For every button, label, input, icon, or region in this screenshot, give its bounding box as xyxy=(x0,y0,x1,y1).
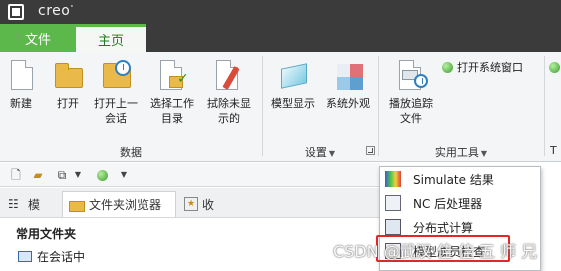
new-button[interactable]: 新建 xyxy=(4,60,38,111)
windows-icon[interactable]: ⧉ xyxy=(54,167,70,183)
folder-tree: 常用文件夹 在会话中 xyxy=(0,219,380,271)
monitor-icon xyxy=(18,251,32,262)
model-display-icon xyxy=(278,60,308,92)
system-appearance-icon xyxy=(333,60,363,92)
open-last-session-icon xyxy=(101,60,131,92)
group-divider xyxy=(544,56,545,156)
system-appearance-button[interactable]: 系统外观 xyxy=(320,60,376,111)
customize-toolbar-icon[interactable]: ▼ xyxy=(116,167,132,183)
quick-access-toolbar: 🗋 ▰ ⧉ ▼ ▼ xyxy=(0,163,380,187)
navigator-tabs: ☷ 模 文件夹浏览器 ★ 收 xyxy=(0,188,380,218)
tab-folder-browser[interactable]: 文件夹浏览器 xyxy=(62,191,176,217)
green-status-icon[interactable] xyxy=(94,167,110,183)
group-label-truncated: T xyxy=(550,144,557,157)
distributed-computing-icon xyxy=(385,219,401,235)
ribbon-tab-bar: 文件 主页 xyxy=(0,24,561,52)
creo-logo-icon xyxy=(8,4,24,20)
select-working-directory-button[interactable]: ✓ 选择工作 目录 xyxy=(146,60,198,126)
playback-trail-icon xyxy=(396,60,428,92)
chevron-down-icon: ▼ xyxy=(480,149,488,158)
new-document-icon xyxy=(6,60,36,92)
green-status-icon xyxy=(442,62,453,73)
app-name: creo° xyxy=(38,3,74,19)
playback-trail-file-button[interactable]: 播放追踪 文件 xyxy=(382,60,440,126)
simulate-results-icon xyxy=(385,171,401,187)
open-button[interactable]: 打开 xyxy=(48,60,88,111)
nc-post-processor-icon xyxy=(385,195,401,211)
favorites-icon: ★ xyxy=(184,197,198,211)
model-tree-icon: ☷ xyxy=(8,197,19,211)
tab-home[interactable]: 主页 xyxy=(76,24,146,52)
erase-not-displayed-button[interactable]: 拭除未显 示的 xyxy=(202,60,256,126)
folder-icon xyxy=(69,197,85,213)
watermark: CSDN @武汉 佳 佳 五 师 兄 xyxy=(333,242,538,261)
tab-model-tree[interactable]: ☷ 模 xyxy=(2,191,60,217)
tab-file[interactable]: 文件 xyxy=(0,24,76,52)
model-display-button[interactable]: 模型显示 xyxy=(264,60,322,111)
title-bar: creo° xyxy=(0,0,561,24)
menu-item-simulate-results[interactable]: Simulate 结果 xyxy=(380,168,540,190)
group-divider xyxy=(262,56,263,156)
next-group-button[interactable] xyxy=(549,60,561,75)
new-file-icon[interactable]: 🗋 xyxy=(8,167,24,183)
group-label-settings[interactable]: 设置 ▼ xyxy=(262,144,378,160)
tab-favorites[interactable]: ★ 收 xyxy=(178,191,232,217)
menu-item-nc-post-processor[interactable]: NC 后处理器 xyxy=(380,192,540,214)
chevron-down-icon: ▼ xyxy=(328,149,336,158)
open-last-session-button[interactable]: 打开上一 会话 xyxy=(90,60,142,126)
working-directory-icon: ✓ xyxy=(157,60,189,92)
common-folders-title: 常用文件夹 xyxy=(16,227,77,241)
group-label-data: 数据 xyxy=(120,146,142,159)
erase-icon xyxy=(214,60,244,92)
group-divider xyxy=(378,56,379,156)
chevron-down-icon[interactable]: ▼ xyxy=(70,167,86,183)
ribbon: 新建 打开 打开上一 会话 ✓ 选择工作 目录 拭除未显 示的 数据 模型显示 xyxy=(0,52,561,162)
group-label-utilities[interactable]: 实用工具 ▼ xyxy=(378,144,544,160)
open-folder-icon[interactable]: ▰ xyxy=(30,167,46,183)
green-status-icon xyxy=(549,62,560,73)
tree-item-in-session[interactable]: 在会话中 xyxy=(18,248,85,265)
open-system-window-button[interactable]: 打开系统窗口 xyxy=(442,60,542,75)
open-folder-icon xyxy=(53,60,83,92)
dialog-launcher-icon[interactable] xyxy=(366,146,375,155)
